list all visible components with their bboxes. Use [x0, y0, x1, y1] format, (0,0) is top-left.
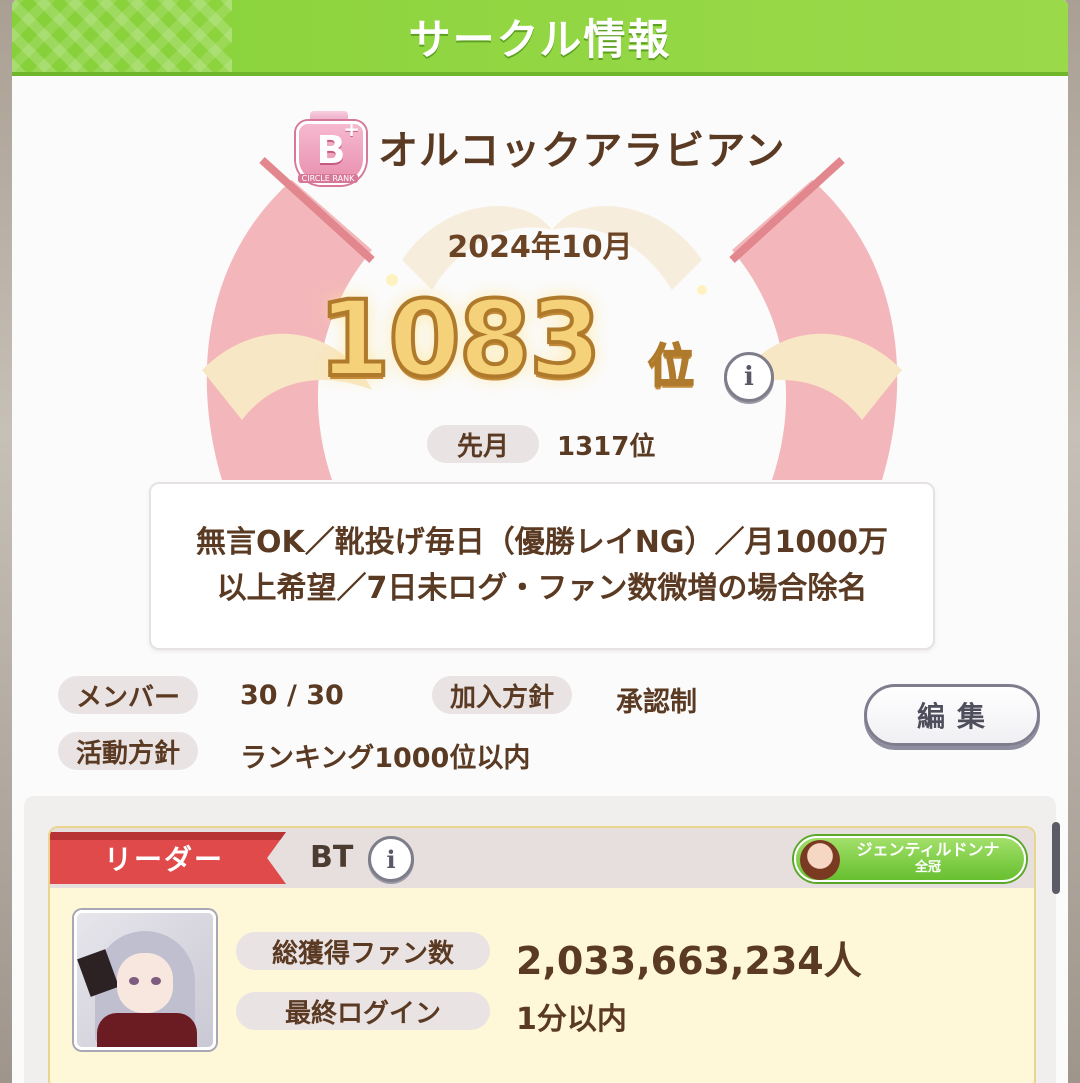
- leader-title-badge[interactable]: ジェンティルドンナ 全冠: [794, 836, 1026, 882]
- previous-month-row: 先月 1317位: [427, 425, 655, 463]
- previous-month-value: 1317位: [557, 431, 656, 462]
- ranking-number: 1083: [316, 276, 603, 402]
- leader-card[interactable]: リーダー BT i ジェンティルドンナ 全冠 総獲得ファン数 2,033,663…: [48, 826, 1036, 1083]
- join-policy-value: 承認制: [616, 687, 697, 718]
- title-badge-sub: 全冠: [914, 860, 941, 875]
- circle-name: オルコックアラビアン: [378, 128, 786, 174]
- character-chibi-icon: [800, 840, 840, 880]
- trainee-avatar-icon[interactable]: [74, 910, 216, 1050]
- circle-comment: 無言OK／靴投げ毎日（優勝レイNG）／月1000万以上希望／7日未ログ・ファン数…: [196, 525, 888, 606]
- activity-policy-label: 活動方針: [58, 732, 199, 770]
- rank-caption: CIRCLE RANK: [298, 174, 358, 183]
- circle-name-row: B + CIRCLE RANK オルコックアラビアン: [290, 111, 786, 185]
- circle-comment-box: 無言OK／靴投げ毎日（優勝レイNG）／月1000万以上希望／7日未ログ・ファン数…: [149, 482, 935, 650]
- leader-tag-label: リーダー: [104, 843, 225, 876]
- background-right: [1066, 0, 1080, 1083]
- circle-info-panel: サークル情報 B + CIRCLE RANK オルコックアラビアン 2024年1…: [12, 0, 1068, 1083]
- leader-name: BT: [310, 840, 354, 875]
- ranking-info-icon[interactable]: i: [724, 352, 774, 402]
- rank-modifier: +: [343, 117, 360, 141]
- members-value: 30 / 30: [240, 680, 344, 711]
- last-login-value: 1分以内: [516, 1002, 627, 1037]
- title-badge-name: ジェンティルドンナ: [856, 840, 1000, 859]
- panel-title: サークル情報: [408, 15, 672, 64]
- leader-tag: リーダー: [50, 832, 286, 884]
- ranking-suffix: 位: [647, 338, 695, 394]
- last-login-label: 最終ログイン: [236, 992, 490, 1030]
- activity-policy-value: ランキング1000位以内: [240, 743, 531, 774]
- members-label: メンバー: [58, 676, 199, 714]
- join-policy-label: 加入方針: [432, 676, 573, 714]
- previous-month-label: 先月: [427, 425, 539, 463]
- ranking-month: 2024年10月: [447, 230, 633, 265]
- leader-info-icon[interactable]: i: [368, 836, 414, 882]
- panel-header: サークル情報: [12, 0, 1068, 76]
- leader-card-header: リーダー BT i ジェンティルドンナ 全冠: [50, 828, 1034, 888]
- circle-rank-badge-icon: B + CIRCLE RANK: [290, 111, 368, 185]
- total-fans-label: 総獲得ファン数: [236, 932, 490, 970]
- rank-letter: B: [316, 128, 346, 172]
- edit-button[interactable]: 編集: [864, 684, 1040, 746]
- total-fans-value: 2,033,663,234人: [516, 939, 862, 983]
- member-list-scrollbar[interactable]: [1052, 822, 1060, 894]
